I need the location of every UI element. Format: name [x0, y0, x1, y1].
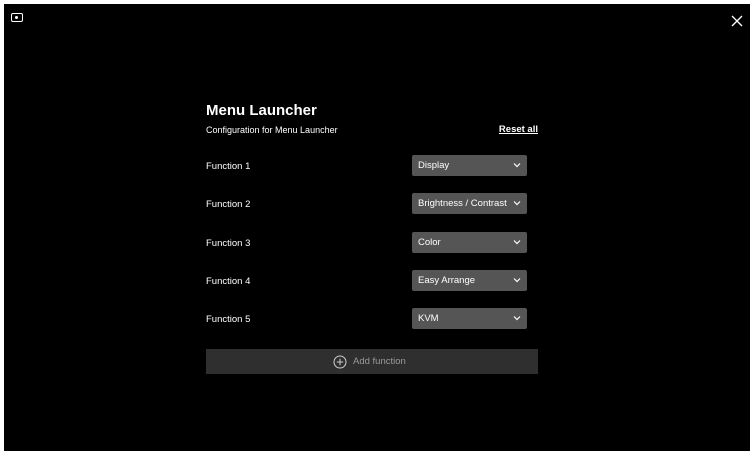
- page-subtitle: Configuration for Menu Launcher: [206, 125, 338, 135]
- add-function-button[interactable]: Add function: [206, 349, 538, 374]
- function-3-dropdown[interactable]: Color: [412, 232, 527, 253]
- function-5-dropdown[interactable]: KVM: [412, 308, 527, 329]
- function-4-label: Function 4: [206, 276, 251, 287]
- close-icon: [731, 15, 743, 27]
- function-4-value: Easy Arrange: [418, 275, 476, 286]
- page-title: Menu Launcher: [206, 102, 317, 119]
- chevron-down-icon: [513, 315, 521, 321]
- function-4-dropdown[interactable]: Easy Arrange: [412, 270, 527, 291]
- menu-launcher-window: Menu Launcher Configuration for Menu Lau…: [4, 4, 750, 451]
- close-button[interactable]: [730, 14, 744, 28]
- chevron-down-icon: [513, 200, 521, 206]
- function-2-value: Brightness / Contrast: [418, 198, 507, 209]
- add-function-label: Add function: [353, 356, 406, 367]
- add-function-content: Add function: [333, 354, 406, 369]
- function-5-value: KVM: [418, 313, 439, 324]
- function-1-label: Function 1: [206, 161, 251, 172]
- chevron-down-icon: [513, 277, 521, 283]
- function-2-dropdown[interactable]: Brightness / Contrast: [412, 193, 527, 214]
- function-1-dropdown[interactable]: Display: [412, 155, 527, 176]
- reset-all-link[interactable]: Reset all: [499, 124, 538, 135]
- chevron-down-icon: [513, 239, 521, 245]
- plus-circle-icon: [333, 355, 347, 369]
- function-1-value: Display: [418, 160, 450, 171]
- monitor-icon[interactable]: [11, 13, 23, 22]
- function-3-label: Function 3: [206, 238, 251, 249]
- function-5-label: Function 5: [206, 314, 251, 325]
- function-3-value: Color: [418, 237, 441, 248]
- function-2-label: Function 2: [206, 199, 251, 210]
- chevron-down-icon: [513, 162, 521, 168]
